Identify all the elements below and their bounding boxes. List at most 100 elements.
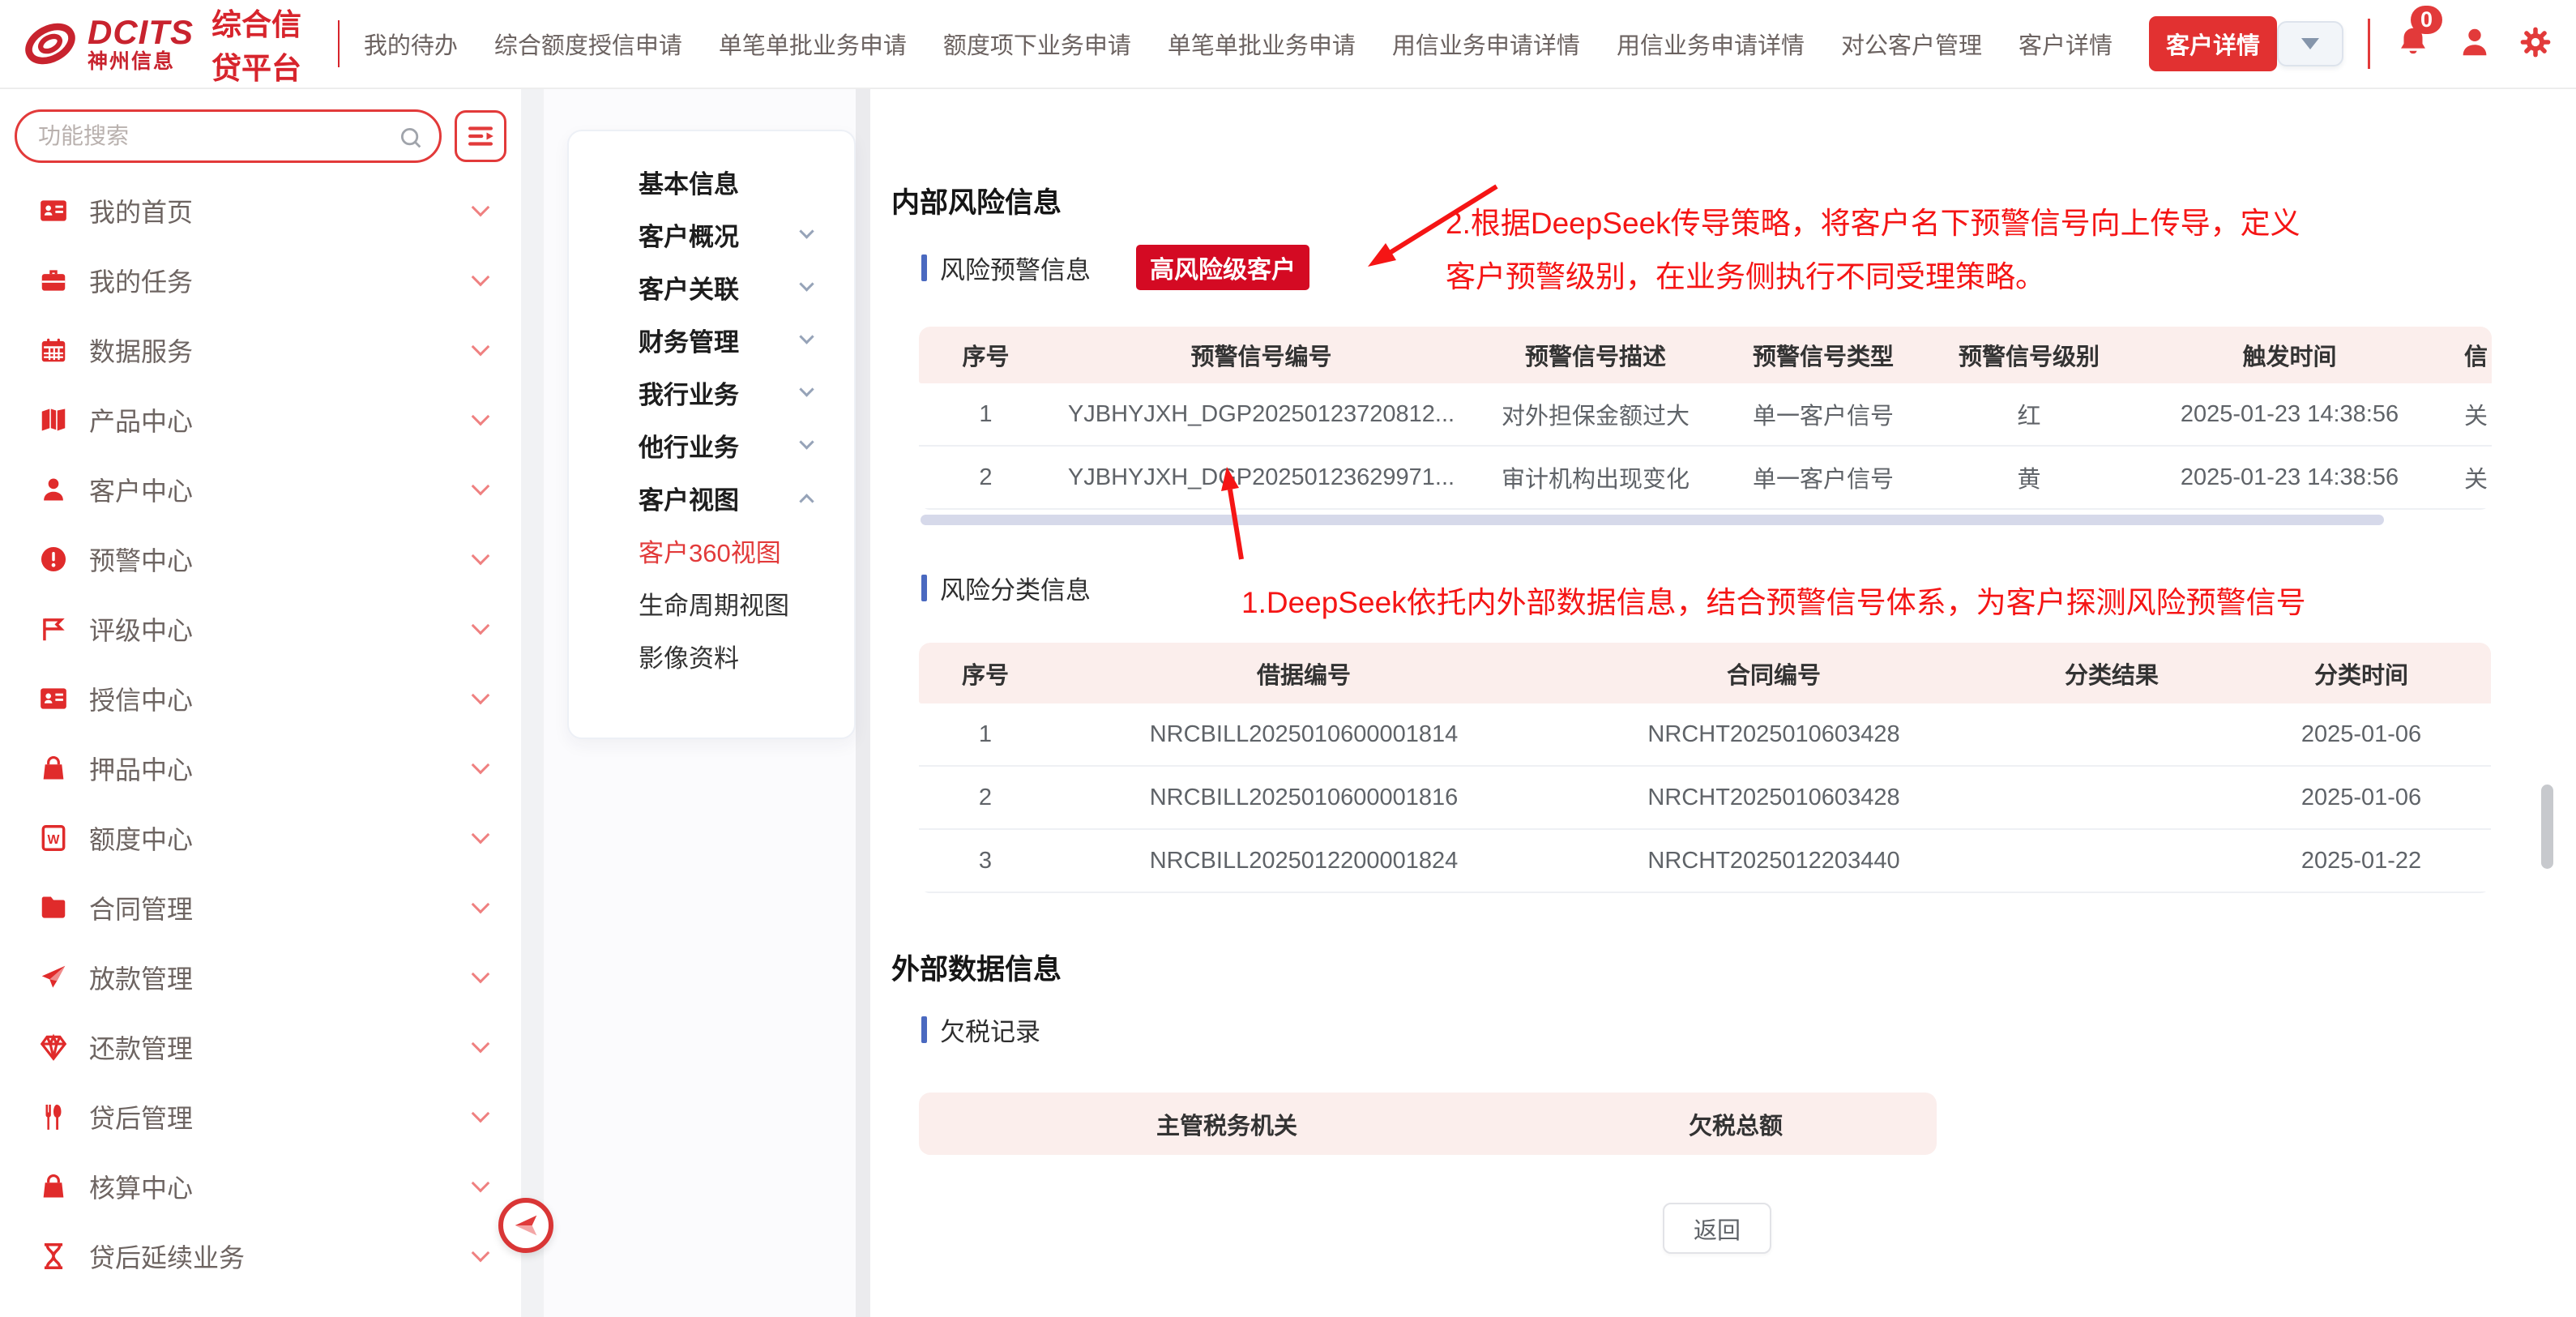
table-header-row: 主管税务机关欠税总额	[919, 1093, 1937, 1155]
table-cell: 单一客户信号	[1721, 447, 1925, 510]
chevron-down-icon	[799, 382, 814, 396]
column-header: 欠税总额	[1535, 1093, 1937, 1155]
top-nav-tab[interactable]: 我的待办	[364, 27, 458, 61]
menu-fold-button[interactable]	[455, 110, 506, 162]
function-search-input[interactable]	[38, 123, 392, 149]
chevron-down-icon	[472, 408, 490, 426]
top-nav-tabs: 我的待办 综合额度授信申请 单笔单批业务申请 额度项下业务申请 单笔单批业务申请…	[364, 16, 2277, 71]
brand-subname: 神州信息	[88, 52, 194, 72]
table-row: 2YJBHYJXH_DGP20250123629971...审计机构出现变化单一…	[919, 447, 2492, 510]
chevron-down-icon	[472, 338, 490, 357]
sidebar-item[interactable]: 押品中心	[0, 733, 521, 803]
main-layout: 我的首页 我的任务 数据服务 产品中心	[0, 89, 2576, 1317]
credit-platform-app: DCITS 神州信息 综合信贷平台 我的待办 综合额度授信申请 单笔单批业务申请…	[0, 0, 2576, 1317]
send-icon	[37, 961, 70, 994]
chevron-down-icon	[472, 826, 490, 845]
top-actions: 0	[2277, 19, 2553, 69]
sidebar-item[interactable]: 我的任务	[0, 246, 521, 315]
sidebar-item[interactable]: 客户中心	[0, 455, 521, 524]
top-nav-tab[interactable]: 用信业务申请详情	[1617, 27, 1805, 61]
submenu-item[interactable]: 客户360视图	[569, 524, 854, 577]
sidebar-item[interactable]: 还款管理	[0, 1012, 521, 1082]
chevron-down-icon	[472, 686, 490, 705]
table-cell: 2025-01-06	[2232, 767, 2491, 830]
sidebar-item[interactable]: 我的首页	[0, 176, 521, 246]
chevron-down-icon	[472, 756, 490, 775]
submenu-item[interactable]: 影像资料	[569, 630, 854, 682]
search-icon	[397, 124, 425, 156]
submenu-item[interactable]: 客户关联	[569, 261, 854, 314]
sidebar-item[interactable]: 核算中心	[0, 1152, 521, 1221]
submenu-item[interactable]: 生命周期视图	[569, 577, 854, 630]
map-icon	[37, 404, 70, 436]
table-cell: YJBHYJXH_DGP20250123720812...	[1053, 383, 1470, 447]
layout-dropdown-button[interactable]	[2277, 21, 2343, 66]
back-button[interactable]: 返回	[1663, 1203, 1771, 1254]
horizontal-scrollbar[interactable]	[921, 515, 2384, 525]
sidebar-item[interactable]: 评级中心	[0, 594, 521, 664]
sidebar-item[interactable]: 数据服务	[0, 315, 521, 385]
sidebar-item[interactable]: 放款管理	[0, 943, 521, 1012]
top-nav-tab[interactable]: 对公客户管理	[1841, 27, 1982, 61]
chevron-down-icon	[472, 1105, 490, 1123]
submenu-item[interactable]: 他行业务	[569, 419, 854, 472]
risk-warning-section: 风险预警信息 高风险级客户	[921, 245, 1309, 290]
table-cell: NRCBILL2025010600001816	[1052, 767, 1556, 830]
submenu-area: 基本信息 客户概况 客户关联 财务管理 我行业务	[544, 89, 856, 1317]
top-nav-tab[interactable]: 单笔单批业务申请	[1168, 27, 1356, 61]
submenu-item[interactable]: 客户视图	[569, 472, 854, 524]
sidebar-item[interactable]: 授信中心	[0, 664, 521, 733]
sidebar-item[interactable]: 产品中心	[0, 385, 521, 455]
risk-classification-table: 序号借据编号合同编号分类结果分类时间1NRCBILL20250106000018…	[919, 643, 2492, 893]
table-cell: NRCHT2025010603428	[1556, 767, 1992, 830]
table-cell	[1992, 703, 2232, 767]
table-cell: 2025-01-23 14:38:56	[2133, 447, 2446, 510]
table-cell: NRCBILL2025010600001814	[1052, 703, 1556, 767]
sidebar-item[interactable]: 预警中心	[0, 524, 521, 594]
table-cell: 对外担保金额过大	[1470, 383, 1721, 447]
table-cell: 1	[919, 383, 1053, 447]
column-header: 主管税务机关	[919, 1093, 1535, 1155]
sidebar-item[interactable]: W 额度中心	[0, 803, 521, 873]
sidebar-item[interactable]: 贷后管理	[0, 1082, 521, 1152]
function-search	[15, 109, 442, 163]
sidebar-item[interactable]: 贷后延续业务	[0, 1221, 521, 1291]
top-nav-tab[interactable]: 客户详情	[2149, 16, 2277, 71]
calendar-icon	[37, 334, 70, 366]
brand: DCITS 神州信息 综合信贷平台	[23, 0, 364, 88]
top-nav-tab[interactable]: 综合额度授信申请	[494, 27, 682, 61]
chevron-down-icon	[799, 224, 814, 238]
top-nav-tab[interactable]: 用信业务申请详情	[1392, 27, 1580, 61]
chevron-down-icon	[472, 268, 490, 287]
chevron-down-icon	[472, 1174, 490, 1193]
submenu-item[interactable]: 客户概况	[569, 208, 854, 261]
submenu-item[interactable]: 我行业务	[569, 366, 854, 419]
submenu-item[interactable]: 财务管理	[569, 314, 854, 366]
table-cell: 单一客户信号	[1721, 383, 1925, 447]
vertical-scrollbar[interactable]	[2541, 785, 2553, 869]
tax-section: 欠税记录	[921, 1011, 1040, 1048]
top-nav-tab[interactable]: 客户详情	[2019, 27, 2112, 61]
chevron-down-icon	[472, 1244, 490, 1263]
column-header: 预警信号描述	[1470, 327, 1721, 383]
left-sidebar: 我的首页 我的任务 数据服务 产品中心	[0, 89, 521, 1317]
high-risk-badge: 高风险级客户	[1136, 245, 1309, 290]
settings-button[interactable]	[2518, 24, 2553, 64]
risk-warning-table: 序号预警信号编号预警信号描述预警信号类型预警信号级别触发时间信1YJBHYJXH…	[919, 327, 2492, 510]
svg-text:W: W	[48, 833, 60, 847]
table-row: 1NRCBILL2025010600001814NRCHT20250106034…	[919, 703, 2491, 767]
sidebar-collapse-button[interactable]	[498, 1198, 553, 1253]
top-navigation-bar: DCITS 神州信息 综合信贷平台 我的待办 综合额度授信申请 单笔单批业务申请…	[0, 0, 2576, 89]
user-button[interactable]	[2456, 24, 2493, 65]
chevron-down-icon	[472, 1035, 490, 1054]
sidebar-item[interactable]: 合同管理	[0, 873, 521, 943]
table-cell: 2	[919, 767, 1052, 830]
submenu-item[interactable]: 基本信息	[569, 156, 854, 208]
alert-icon	[37, 543, 70, 575]
notifications-button[interactable]: 0	[2394, 24, 2432, 65]
top-nav-tab[interactable]: 单笔单批业务申请	[719, 27, 907, 61]
top-nav-tab[interactable]: 额度项下业务申请	[943, 27, 1131, 61]
briefcase-icon	[37, 264, 70, 297]
table-row: 3NRCBILL2025012200001824NRCHT20250122034…	[919, 830, 2491, 893]
table-cell: NRCBILL2025012200001824	[1052, 830, 1556, 893]
